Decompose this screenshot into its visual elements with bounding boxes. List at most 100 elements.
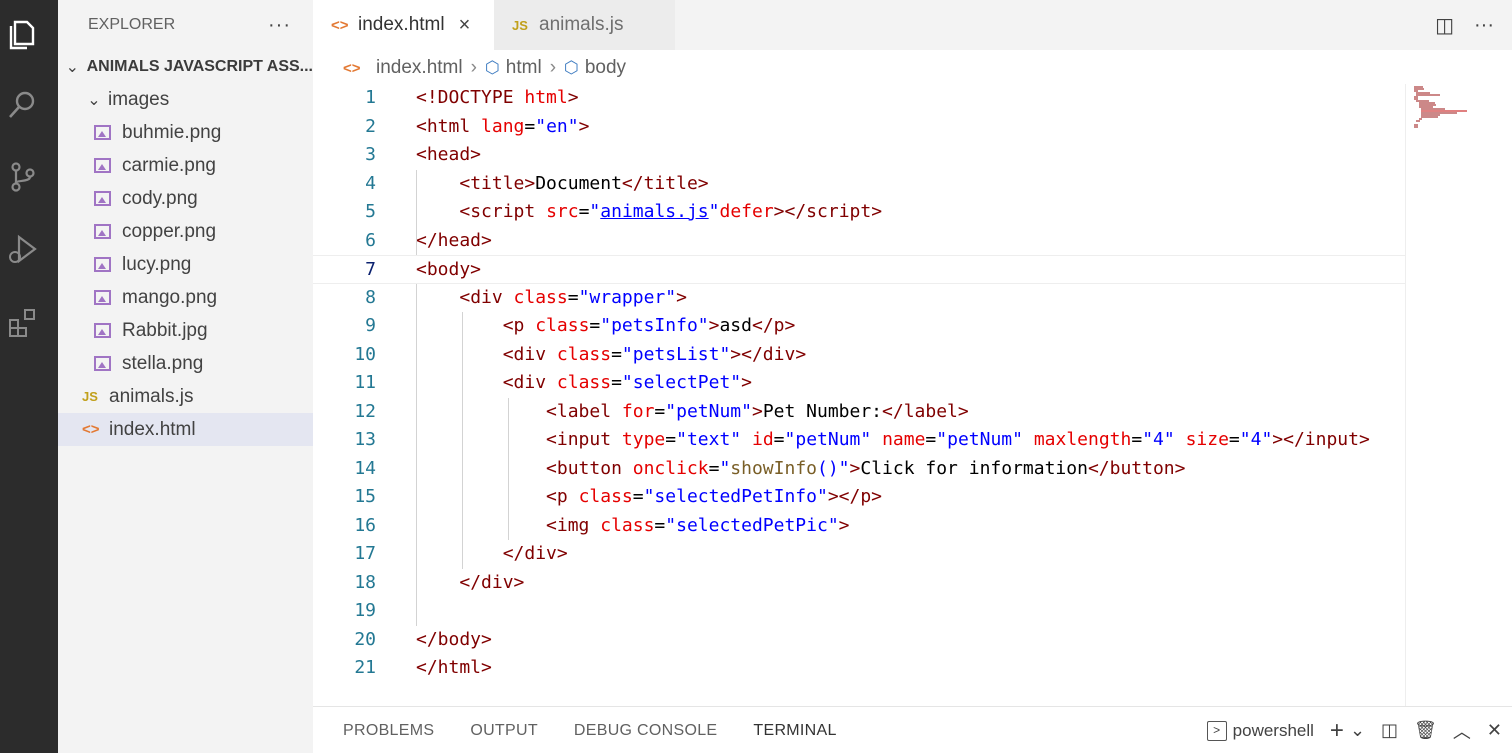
code-text: <div class="selectPet"> (502, 372, 752, 393)
chevron-down-icon[interactable]: ⌄ (1350, 720, 1365, 741)
split-editor-icon[interactable]: ◫ (1435, 13, 1454, 38)
maximize-panel-icon[interactable]: ︿ (1453, 718, 1471, 744)
minimap[interactable] (1405, 84, 1512, 706)
code-line[interactable]: 14 <button onclick="showInfo()">Click fo… (313, 455, 1405, 484)
code-editor[interactable]: 1 <!DOCTYPE html> 2 <html lang="en"> 3 <head>… (313, 84, 1405, 706)
file-image[interactable]: mango.png (58, 281, 313, 314)
file-label: animals.js (109, 385, 194, 407)
tab-label: animals.js (539, 14, 624, 35)
code-line[interactable]: 21 </html> (313, 654, 1405, 683)
image-file-icon (94, 125, 111, 140)
code-line[interactable]: 20 </body> (313, 626, 1405, 655)
breadcrumb-file[interactable]: index.html (376, 57, 463, 79)
code-text: <label for="petNum">Pet Number:</label> (546, 400, 969, 422)
code-text: </div> (502, 543, 568, 564)
code-text: <script src="animals.js"defer></script> (459, 201, 883, 222)
code-line[interactable]: 16 <img class="selectedPetPic"> (313, 512, 1405, 541)
code-line[interactable]: 3 <head> (313, 141, 1405, 170)
new-terminal-icon[interactable]: + (1330, 717, 1344, 745)
tab-debug-console[interactable]: DEBUG CONSOLE (574, 722, 718, 740)
code-text: <title>Document</title> (459, 172, 709, 194)
extensions-icon[interactable] (0, 298, 45, 346)
image-file-icon (94, 224, 111, 239)
terminal-selector[interactable]: > powershell (1206, 720, 1314, 741)
code-line[interactable]: 9 <p class="petsInfo">asd</p> (313, 312, 1405, 341)
source-control-icon[interactable] (0, 153, 45, 201)
trash-icon[interactable]: 🗑 (1414, 720, 1437, 741)
code-line[interactable]: 19 (313, 597, 1405, 626)
chevron-down-icon: ⌄ (87, 91, 101, 109)
file-image[interactable]: carmie.png (58, 149, 313, 182)
explorer-icon[interactable] (0, 10, 45, 58)
images-folder[interactable]: ⌄ images (58, 83, 313, 116)
tab-animals-js[interactable]: JS animals.js (494, 0, 675, 50)
file-image[interactable]: buhmie.png (58, 116, 313, 149)
code-line[interactable]: 17 </div> (313, 540, 1405, 569)
explorer-sidebar: EXPLORER ··· ⌄ ANIMALS JAVASCRIPT ASS...… (58, 0, 313, 753)
file-image[interactable]: copper.png (58, 215, 313, 248)
line-number: 17 (354, 543, 376, 564)
breadcrumb: <> index.html › ⬡ html › ⬡ body (313, 50, 1512, 86)
root-folder[interactable]: ⌄ ANIMALS JAVASCRIPT ASS... (58, 50, 313, 83)
tab-problems[interactable]: PROBLEMS (343, 722, 434, 740)
line-number: 7 (365, 259, 376, 280)
close-icon[interactable]: × (459, 14, 471, 37)
search-icon[interactable] (0, 81, 45, 129)
breadcrumb-html[interactable]: html (506, 57, 542, 79)
file-animals-js[interactable]: JS animals.js (58, 380, 313, 413)
code-text: <div class="wrapper"> (459, 286, 687, 308)
line-number: 10 (354, 343, 376, 365)
file-index-html[interactable]: <> index.html (58, 413, 313, 446)
run-debug-icon[interactable] (0, 225, 45, 273)
line-number: 12 (354, 400, 376, 422)
explorer-header: EXPLORER ··· (58, 0, 313, 50)
line-number: 1 (365, 87, 376, 108)
code-line[interactable]: 11 <div class="selectPet"> (313, 369, 1405, 398)
split-terminal-icon[interactable]: ◫ (1381, 720, 1398, 741)
line-number: 19 (354, 600, 376, 621)
code-line[interactable]: 4 <title>Document</title> (313, 170, 1405, 199)
html-file-icon: <> (343, 59, 361, 77)
file-label: index.html (109, 418, 196, 440)
image-file-icon (94, 323, 111, 338)
file-label: buhmie.png (122, 121, 222, 143)
file-image[interactable]: Rabbit.jpg (58, 314, 313, 347)
explorer-title: EXPLORER (88, 16, 176, 33)
breadcrumb-body[interactable]: body (585, 57, 626, 79)
file-image[interactable]: lucy.png (58, 248, 313, 281)
code-line[interactable]: 7 <body> (313, 255, 1405, 284)
code-text: <html lang="en"> (416, 115, 590, 137)
line-number: 13 (354, 429, 376, 450)
code-line[interactable]: 18 </div> (313, 569, 1405, 598)
chevron-right-icon: › (549, 57, 557, 78)
code-line[interactable]: 1 <!DOCTYPE html> (313, 84, 1405, 113)
minimap-line (1421, 116, 1438, 118)
more-actions-icon[interactable]: ··· (268, 14, 291, 37)
minimap-line (1416, 120, 1420, 122)
root-folder-label: ANIMALS JAVASCRIPT ASS... (86, 57, 313, 75)
close-panel-icon[interactable]: ✕ (1487, 720, 1502, 741)
code-line[interactable]: 15 <p class="selectedPetInfo"></p> (313, 483, 1405, 512)
code-text: <button onclick="showInfo()">Click for i… (546, 457, 1186, 479)
code-text: <img class="selectedPetPic"> (546, 514, 850, 536)
code-line[interactable]: 12 <label for="petNum">Pet Number:</labe… (313, 398, 1405, 427)
code-line[interactable]: 2 <html lang="en"> (313, 113, 1405, 142)
code-line[interactable]: 13 <input type="text" id="petNum" name="… (313, 426, 1405, 455)
image-file-icon (94, 257, 111, 272)
code-line[interactable]: 10 <div class="petsList"></div> (313, 341, 1405, 370)
code-line[interactable]: 5 <script src="animals.js"defer></script… (313, 198, 1405, 227)
tab-terminal[interactable]: TERMINAL (753, 722, 836, 740)
code-text: </div> (459, 571, 525, 593)
file-label: mango.png (122, 286, 218, 308)
code-line[interactable]: 6 </head> (313, 227, 1405, 256)
more-actions-icon[interactable]: ··· (1474, 14, 1494, 37)
file-image[interactable]: stella.png (58, 347, 313, 380)
file-image[interactable]: cody.png (58, 182, 313, 215)
minimap-line (1416, 94, 1440, 96)
code-line[interactable]: 8 <div class="wrapper"> (313, 284, 1405, 313)
line-number: 3 (365, 144, 376, 165)
code-text: <input type="text" id="petNum" name="pet… (546, 429, 1370, 450)
tab-output[interactable]: OUTPUT (470, 722, 538, 740)
line-number: 16 (354, 514, 376, 536)
tab-index-html[interactable]: <> index.html × (313, 0, 494, 50)
